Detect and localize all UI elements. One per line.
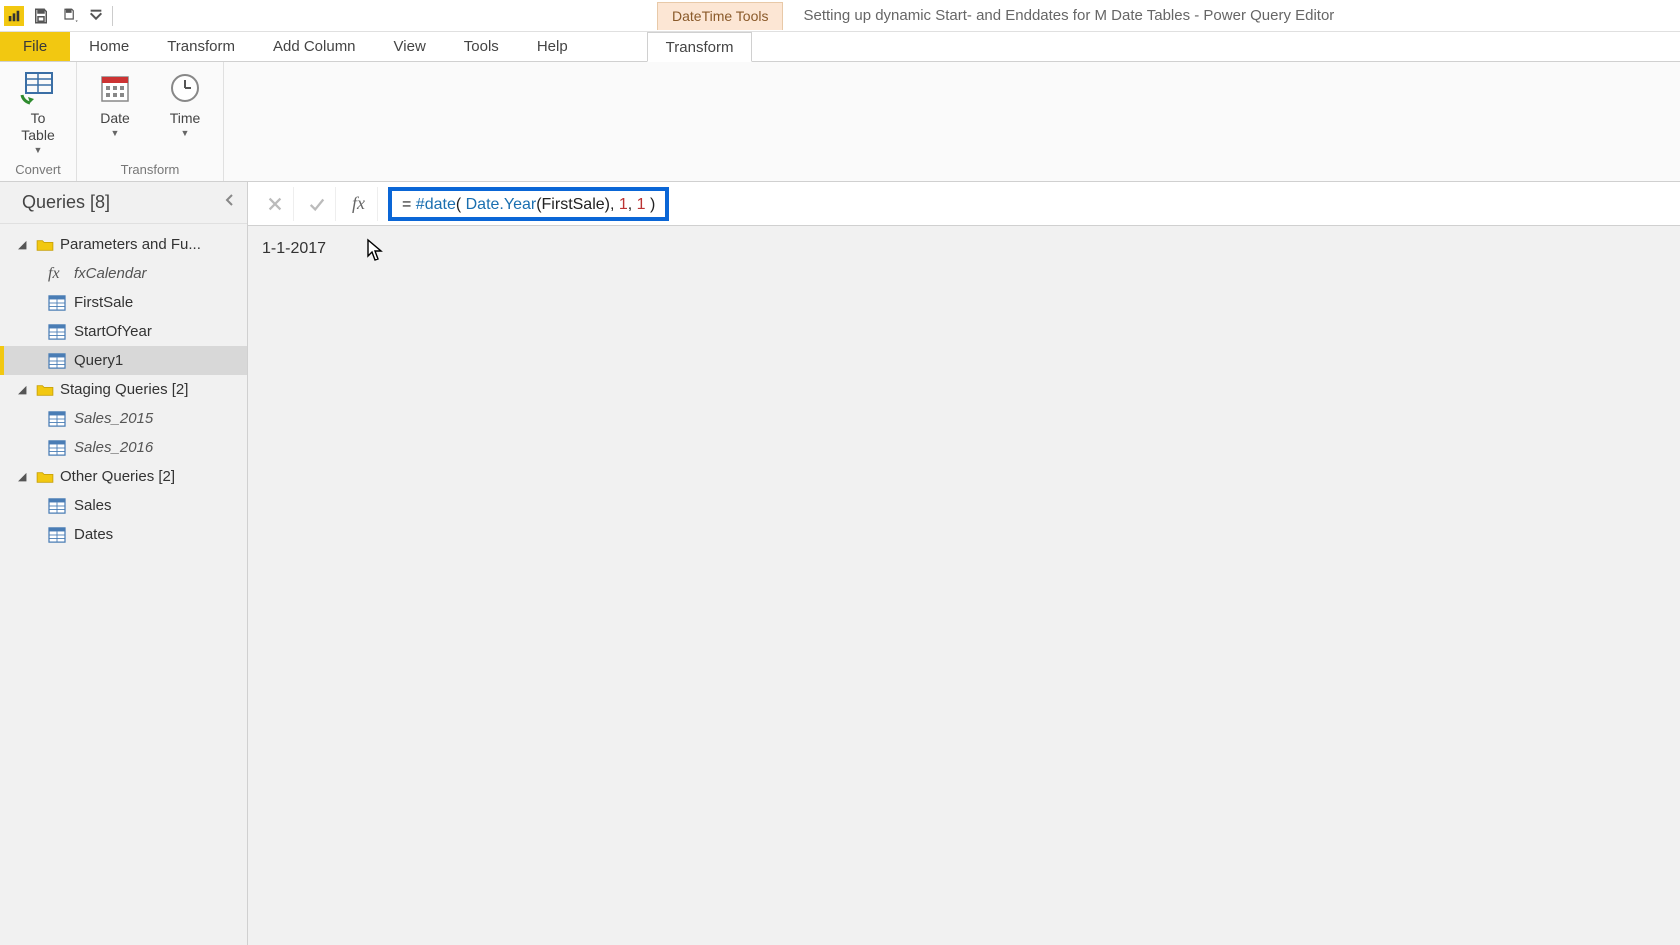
app-icon xyxy=(4,6,24,26)
query-item-label: Sales xyxy=(74,497,112,514)
query-item-label: fxCalendar xyxy=(74,265,147,282)
formula-fn: #date xyxy=(416,196,456,213)
tree-toggle-icon: ◢ xyxy=(18,383,30,396)
chevron-down-icon: ▼ xyxy=(181,128,190,138)
formula-close: ) xyxy=(646,196,656,213)
formula-open: ( xyxy=(456,196,466,213)
formula-sep: , xyxy=(628,196,637,213)
tab-transform[interactable]: Transform xyxy=(148,32,254,61)
save-dropdown-icon[interactable] xyxy=(58,3,84,29)
tree-group-label: Parameters and Fu... xyxy=(60,236,201,253)
calendar-icon xyxy=(98,68,132,108)
window-title: Setting up dynamic Start- and Enddates f… xyxy=(803,7,1334,24)
query-item[interactable]: StartOfYear xyxy=(0,317,247,346)
to-table-icon xyxy=(20,68,56,108)
formula-bar: fx = #date( Date.Year(FirstSale), 1, 1 ) xyxy=(248,182,1680,226)
fx-icon[interactable]: fx xyxy=(340,187,378,221)
clock-icon xyxy=(168,68,202,108)
query-item-label: Sales_2016 xyxy=(74,439,153,456)
query-item[interactable]: fxfxCalendar xyxy=(0,259,247,288)
query-item-label: Sales_2015 xyxy=(74,410,153,427)
ribbon: To Table ▼ Convert Date ▼ xyxy=(0,62,1680,182)
queries-pane: Queries [8] ◢ Parameters and Fu... fxfxCal… xyxy=(0,182,248,945)
ribbon-group-label-transform: Transform xyxy=(121,160,180,179)
tree-group-header[interactable]: ◢ Other Queries [2] xyxy=(0,462,247,491)
tab-tools[interactable]: Tools xyxy=(445,32,518,61)
ribbon-group-transform: Date ▼ Time ▼ Transform xyxy=(77,62,224,181)
time-button[interactable]: Time ▼ xyxy=(157,66,213,160)
formula-prefix: = xyxy=(402,196,416,213)
tree-group-header[interactable]: ◢ Parameters and Fu... xyxy=(0,230,247,259)
query-item[interactable]: Dates xyxy=(0,520,247,549)
query-item[interactable]: Sales_2015 xyxy=(0,404,247,433)
title-bar: DateTime Tools Setting up dynamic Start-… xyxy=(0,0,1680,32)
content-area: fx = #date( Date.Year(FirstSale), 1, 1 )… xyxy=(248,182,1680,945)
query-item-label: StartOfYear xyxy=(74,323,152,340)
ribbon-tabs: File Home Transform Add Column View Tool… xyxy=(0,32,1680,62)
query-item[interactable]: Query1 xyxy=(0,346,247,375)
formula-input[interactable]: = #date( Date.Year(FirstSale), 1, 1 ) xyxy=(388,187,669,221)
cancel-formula-icon[interactable] xyxy=(256,187,294,221)
ribbon-group-convert: To Table ▼ Convert xyxy=(0,62,77,181)
tab-context-transform[interactable]: Transform xyxy=(647,32,753,62)
tree-toggle-icon: ◢ xyxy=(18,470,30,483)
date-label: Date xyxy=(100,110,130,127)
save-icon[interactable] xyxy=(28,3,54,29)
time-label: Time xyxy=(170,110,201,127)
tab-add-column[interactable]: Add Column xyxy=(254,32,375,61)
qat-customize-icon[interactable] xyxy=(88,3,104,29)
chevron-down-icon: ▼ xyxy=(111,128,120,138)
tab-file[interactable]: File xyxy=(0,32,70,61)
query-item[interactable]: FirstSale xyxy=(0,288,247,317)
chevron-down-icon: ▼ xyxy=(34,145,43,155)
query-item[interactable]: Sales xyxy=(0,491,247,520)
tree-toggle-icon: ◢ xyxy=(18,238,30,251)
formula-arg1a: Date.Year xyxy=(466,196,537,213)
contextual-tool-label: DateTime Tools xyxy=(657,2,783,30)
query-item[interactable]: Sales_2016 xyxy=(0,433,247,462)
ribbon-group-label-convert: Convert xyxy=(15,160,61,179)
accept-formula-icon[interactable] xyxy=(298,187,336,221)
query-item-label: Dates xyxy=(74,526,113,543)
to-table-button[interactable]: To Table ▼ xyxy=(10,66,66,160)
queries-title: Queries [8] xyxy=(22,192,110,213)
result-row: 1-1-2017 xyxy=(248,226,1680,272)
query-item-label: Query1 xyxy=(74,352,123,369)
formula-num1: 1 xyxy=(619,196,628,213)
tab-home[interactable]: Home xyxy=(70,32,148,61)
formula-arg1b: (FirstSale), xyxy=(536,196,619,213)
tab-view[interactable]: View xyxy=(375,32,445,61)
cursor-icon xyxy=(366,238,386,260)
tree-group-label: Other Queries [2] xyxy=(60,468,175,485)
result-value: 1-1-2017 xyxy=(262,240,326,258)
tab-help[interactable]: Help xyxy=(518,32,587,61)
formula-num2: 1 xyxy=(637,196,646,213)
separator xyxy=(112,6,113,26)
tree-group-header[interactable]: ◢ Staging Queries [2] xyxy=(0,375,247,404)
tree-group-label: Staging Queries [2] xyxy=(60,381,188,398)
query-item-label: FirstSale xyxy=(74,294,133,311)
to-table-label: To Table xyxy=(21,110,54,144)
date-button[interactable]: Date ▼ xyxy=(87,66,143,160)
collapse-pane-icon[interactable] xyxy=(223,193,237,212)
queries-header: Queries [8] xyxy=(0,182,247,224)
